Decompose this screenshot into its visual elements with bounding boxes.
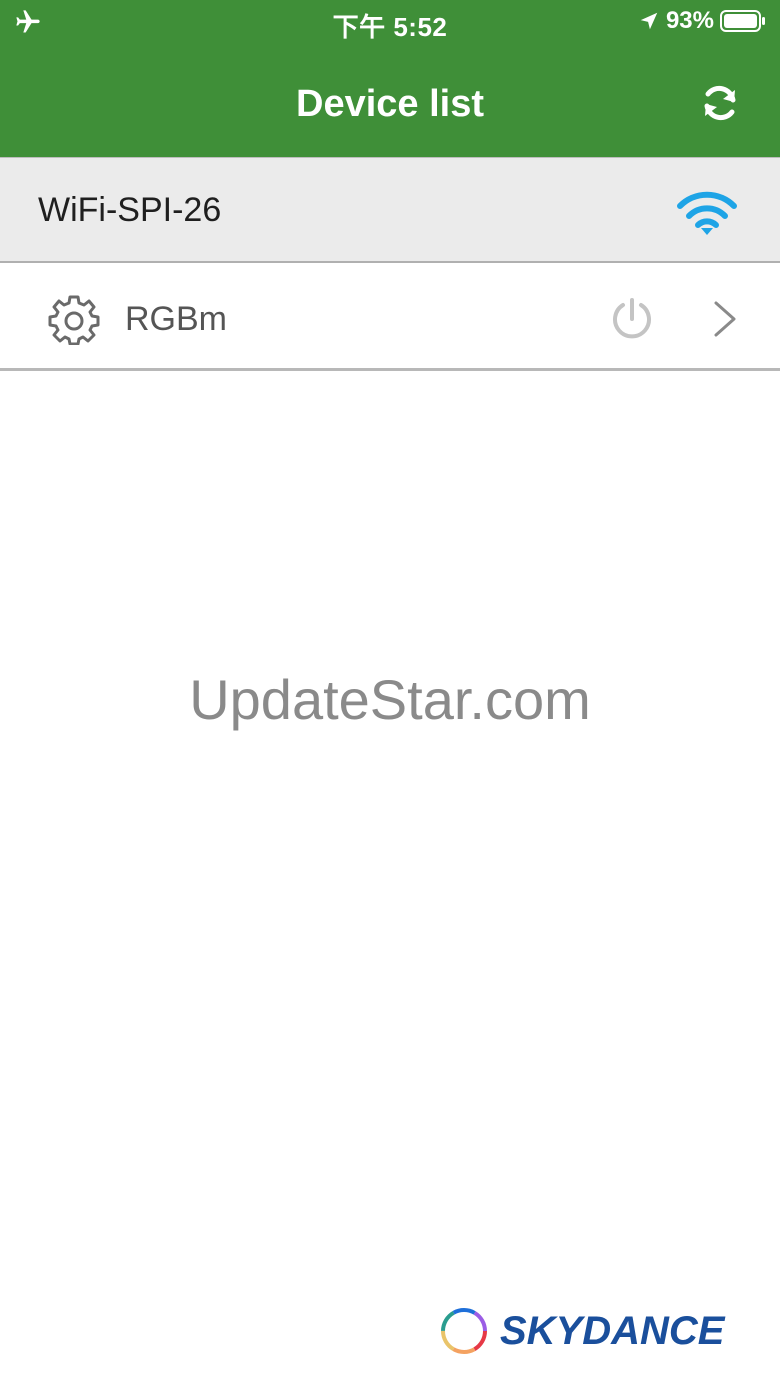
wifi-icon bbox=[677, 191, 737, 235]
app-header: 下午 5:52 93% Device list bbox=[0, 0, 780, 157]
brand-name: SKYDANCE bbox=[500, 1308, 725, 1353]
power-icon[interactable] bbox=[608, 295, 656, 343]
chevron-right-icon[interactable] bbox=[708, 299, 740, 339]
battery-percent: 93% bbox=[665, 7, 714, 34]
status-bar: 下午 5:52 93% bbox=[0, 0, 780, 44]
brand-logo: SKYDANCE bbox=[438, 1303, 748, 1359]
refresh-icon bbox=[704, 85, 736, 121]
battery-icon bbox=[720, 10, 765, 32]
rainbow-ring-logo-icon bbox=[441, 1308, 487, 1354]
watermark-text: UpdateStar.com bbox=[189, 668, 591, 731]
refresh-button[interactable] bbox=[692, 78, 748, 128]
status-right-group: 93% bbox=[638, 6, 766, 36]
location-arrow-icon bbox=[640, 12, 658, 30]
device-row-rgbm[interactable]: RGBm bbox=[0, 263, 780, 371]
device-name: RGBm bbox=[125, 300, 227, 338]
network-row: WiFi-SPI-26 bbox=[0, 157, 780, 263]
gear-icon[interactable] bbox=[48, 293, 100, 345]
network-ssid: WiFi-SPI-26 bbox=[38, 191, 222, 229]
device-list-screen: 下午 5:52 93% Device list WiFi-SPI-26 RGBm… bbox=[0, 0, 780, 1387]
page-title: Device list bbox=[296, 83, 484, 125]
